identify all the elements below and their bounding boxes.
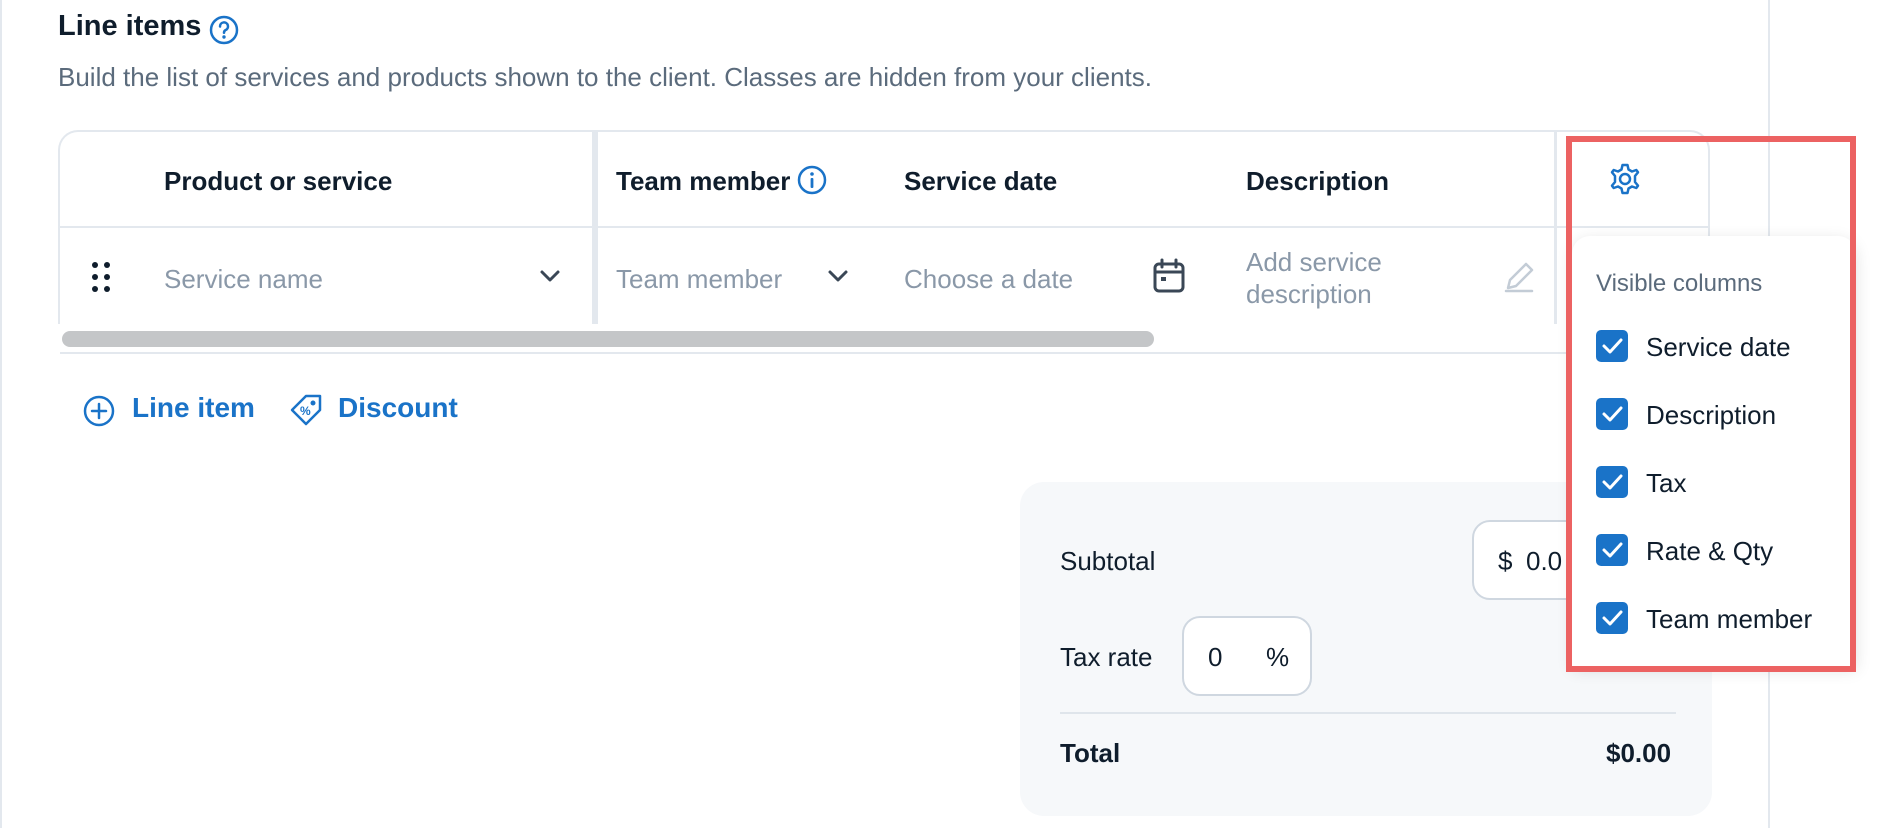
description-placeholder-line2: description: [1246, 279, 1372, 309]
column-header-team-member: Team member: [616, 166, 791, 196]
drag-handle-icon[interactable]: [88, 260, 114, 294]
product-service-select[interactable]: Service name: [164, 264, 323, 295]
column-header-product: Product or service: [164, 166, 393, 196]
line-items-table: Product or service Team member Service d…: [58, 130, 1710, 324]
chevron-down-icon[interactable]: [826, 266, 850, 286]
chevron-down-icon[interactable]: [538, 266, 562, 286]
percent-symbol: %: [1266, 642, 1290, 672]
total-label: Total: [1060, 738, 1121, 768]
description-input[interactable]: Add service description: [1246, 246, 1382, 310]
tax-rate-label: Tax rate: [1060, 642, 1153, 672]
tag-icon: %: [290, 394, 322, 426]
summary-divider: [1060, 712, 1676, 714]
currency-symbol: $: [1498, 546, 1513, 576]
page-left-border: [0, 0, 2, 828]
column-divider: [592, 132, 598, 324]
info-icon[interactable]: [796, 164, 828, 196]
help-icon[interactable]: [208, 14, 240, 46]
subtotal-value: 0.0: [1526, 546, 1563, 576]
add-discount-label: Discount: [338, 392, 458, 423]
team-member-select[interactable]: Team member: [616, 264, 782, 295]
subtotal-label: Subtotal: [1060, 546, 1156, 576]
description-placeholder-line1: Add service: [1246, 247, 1382, 277]
table-row: Service name Team member Choose a date A…: [60, 228, 1708, 324]
horizontal-scrollbar[interactable]: [62, 331, 1154, 347]
calendar-icon[interactable]: [1152, 258, 1186, 294]
add-line-item-label: Line item: [132, 392, 255, 423]
total-value: $0.00: [1606, 738, 1672, 768]
svg-text:%: %: [300, 404, 311, 418]
section-subtitle: Build the list of services and products …: [58, 62, 1152, 92]
highlight-box: [1566, 136, 1856, 672]
pencil-icon[interactable]: [1502, 260, 1536, 294]
section-title: Line items: [58, 10, 202, 42]
tax-rate-value: 0: [1208, 642, 1223, 672]
plus-circle-icon: [83, 395, 115, 427]
tax-rate-input[interactable]: 0 %: [1182, 616, 1312, 696]
table-header-row: Product or service Team member Service d…: [60, 132, 1708, 228]
column-divider: [1554, 132, 1557, 324]
column-header-description: Description: [1246, 166, 1390, 196]
service-date-input[interactable]: Choose a date: [904, 264, 1073, 295]
column-header-service-date: Service date: [904, 166, 1058, 196]
